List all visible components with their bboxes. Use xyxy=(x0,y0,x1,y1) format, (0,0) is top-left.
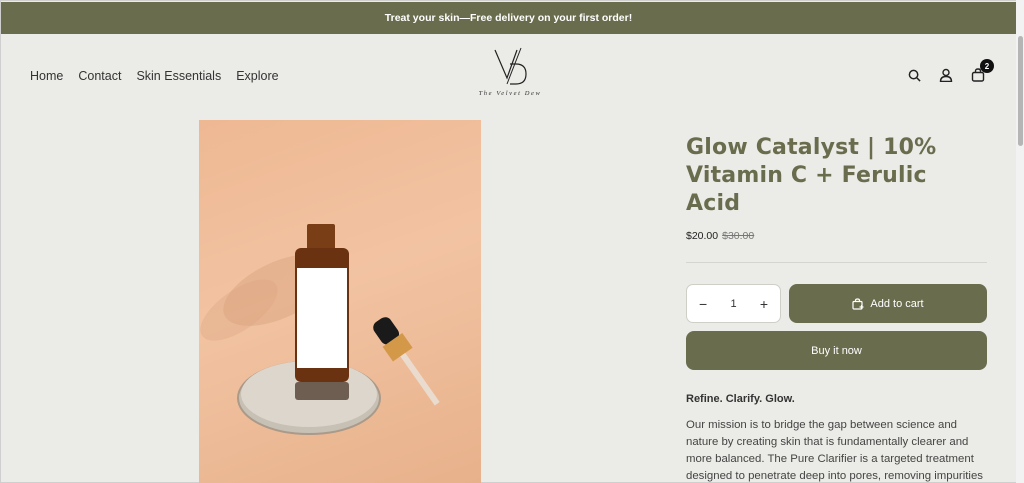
cart-add-icon xyxy=(852,297,864,310)
brand-logo[interactable]: The Velvet Dew xyxy=(470,44,550,104)
nav-home[interactable]: Home xyxy=(30,69,63,83)
divider xyxy=(686,262,987,263)
logo-text: The Velvet Dew xyxy=(478,90,542,97)
serum-bottle-photo xyxy=(200,224,440,435)
main-nav: Home Contact Skin Essentials Explore xyxy=(30,69,279,83)
product-info: Glow Catalyst | 10% Vitamin C + Ferulic … xyxy=(686,134,987,483)
product-title: Glow Catalyst | 10% Vitamin C + Ferulic … xyxy=(686,135,937,216)
site-header: Home Contact Skin Essentials Explore The… xyxy=(0,34,1016,118)
announcement-text: Treat your skin—Free delivery on your fi… xyxy=(384,12,633,24)
quantity-value[interactable]: 1 xyxy=(730,298,736,310)
nav-contact[interactable]: Contact xyxy=(78,69,121,83)
add-to-cart-label: Add to cart xyxy=(870,297,924,310)
search-icon[interactable] xyxy=(906,67,922,83)
product-tagline: Refine. Clarify. Glow. xyxy=(686,393,795,405)
compare-at-price: $30.00 xyxy=(722,230,755,242)
add-to-cart-button[interactable]: Add to cart xyxy=(789,284,987,323)
increase-quantity-button[interactable]: + xyxy=(760,296,768,312)
product-description: Our mission is to bridge the gap between… xyxy=(686,419,983,482)
announcement-bar: Treat your skin—Free delivery on your fi… xyxy=(1,2,1016,34)
quantity-stepper: − 1 + xyxy=(686,284,781,323)
buy-now-button[interactable]: Buy it now xyxy=(686,331,987,370)
purchase-row: − 1 + Add to cart xyxy=(686,284,987,323)
cart-count-badge: 2 xyxy=(980,59,994,73)
buy-now-label: Buy it now xyxy=(811,344,862,357)
user-icon[interactable] xyxy=(938,67,954,83)
product-price: $20.00 xyxy=(686,230,719,242)
nav-skin-essentials[interactable]: Skin Essentials xyxy=(136,69,221,83)
page-scrollbar[interactable] xyxy=(1016,0,1024,483)
price-row: $20.00 $30.00 xyxy=(686,230,987,242)
cart-icon[interactable]: 2 xyxy=(970,59,994,83)
decrease-quantity-button[interactable]: − xyxy=(699,296,707,312)
scrollbar-thumb[interactable] xyxy=(1018,36,1023,146)
nav-explore[interactable]: Explore xyxy=(236,69,278,83)
header-icons: 2 xyxy=(906,59,994,83)
monogram-logo-icon xyxy=(494,47,527,85)
product-image[interactable] xyxy=(199,120,481,483)
